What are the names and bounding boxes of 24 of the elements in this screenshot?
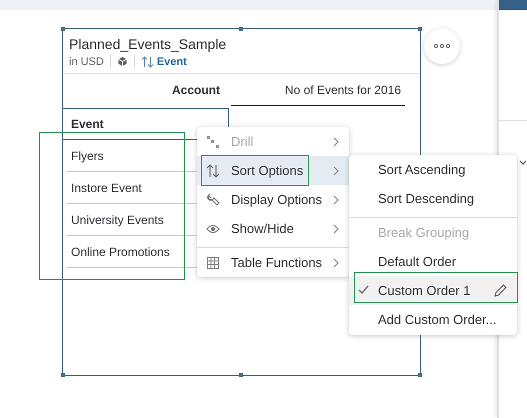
cube-icon [116,56,128,67]
row-header: Account [171,82,221,99]
menu-item[interactable]: Custom Order 1 [349,276,517,305]
chevron-right-icon [333,136,339,146]
menu-item[interactable]: Sort Options [197,156,349,185]
more-button[interactable] [424,28,460,64]
column-header: No of Events for 2016 [231,74,405,106]
hierarchy-icon [206,134,220,148]
chevron-right-icon [333,258,339,268]
widget-title: Planned_Events_Sample [69,36,228,52]
pencil-icon[interactable] [494,284,507,297]
chevron-right-icon [333,224,339,234]
more-icon [434,44,450,48]
chevron-icon[interactable] [519,160,527,166]
chevron-right-icon [333,166,339,176]
table-icon [206,256,220,270]
sort-indicator-link[interactable]: Event [140,56,187,68]
check-icon [358,285,369,295]
sort-icon [140,56,154,68]
sort-icon [206,164,220,178]
currency-label: in USD [69,56,104,68]
header-bar [499,0,527,10]
wrench-icon [206,192,220,206]
chevron-right-icon [333,194,339,204]
